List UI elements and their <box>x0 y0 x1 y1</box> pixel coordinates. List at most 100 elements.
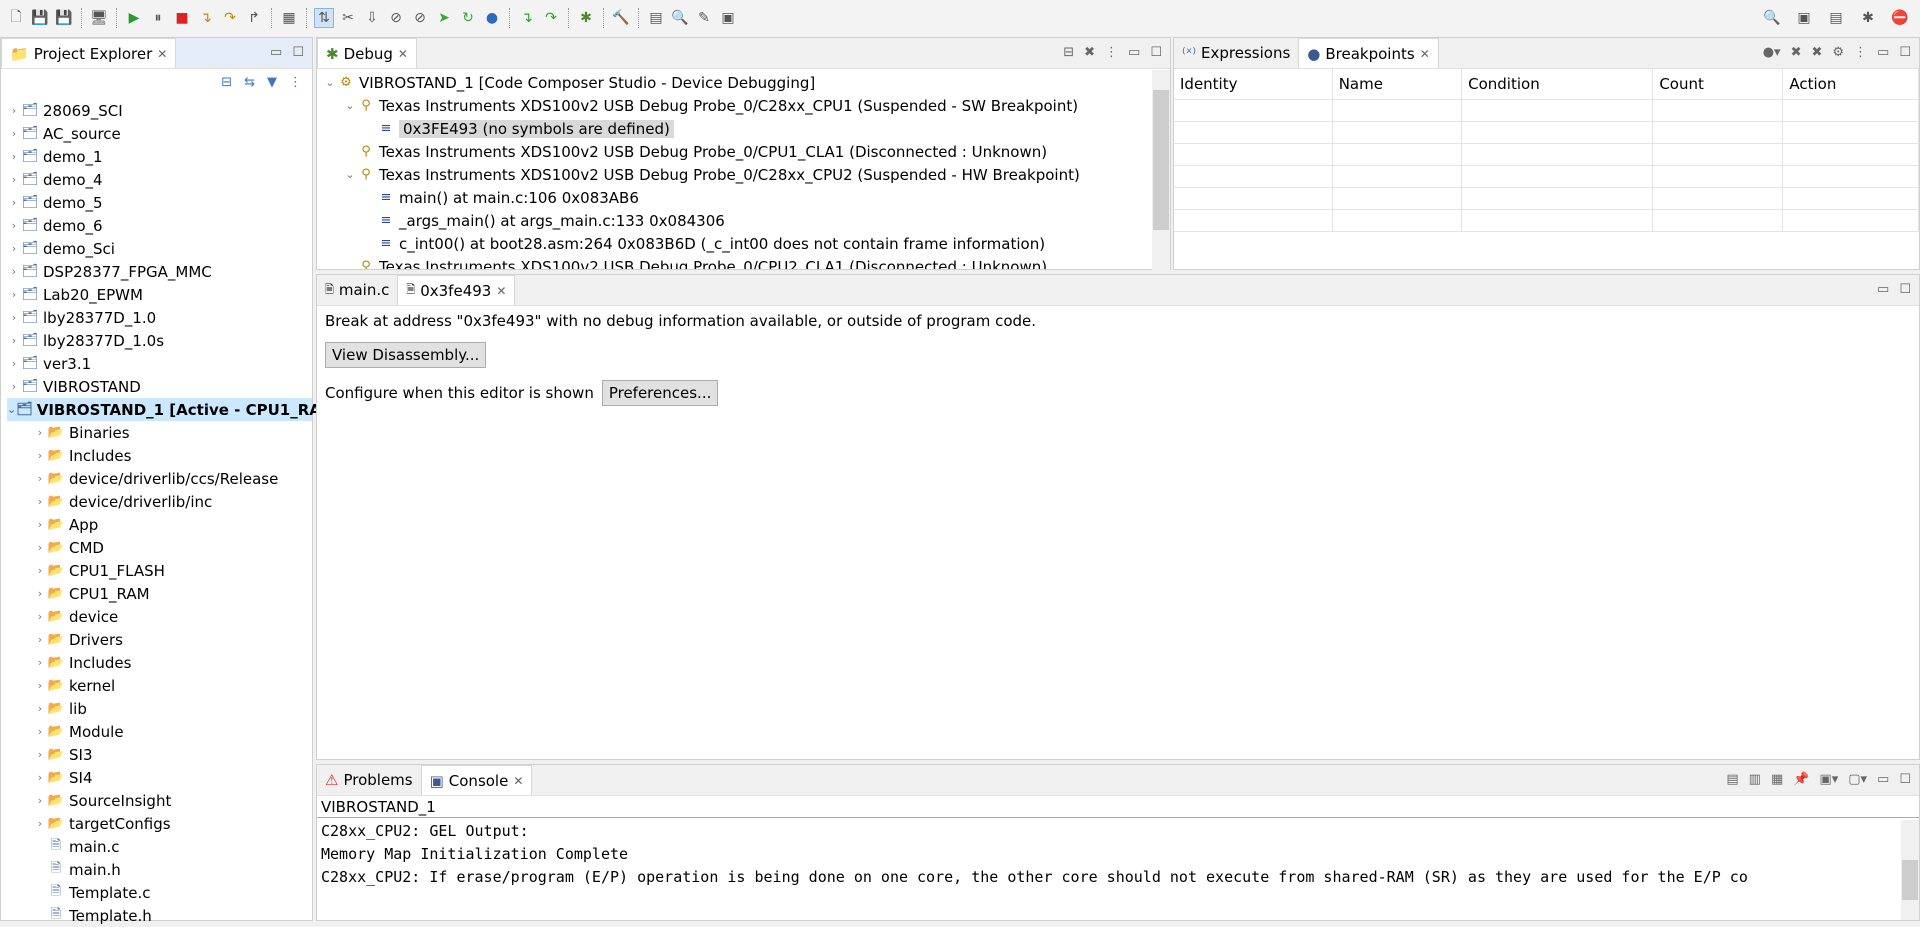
tree-item[interactable]: › 📂 lib <box>7 697 312 720</box>
tree-item[interactable]: › 📂 SI3 <box>7 743 312 766</box>
debug-perspective-icon[interactable]: ✱ <box>1858 8 1878 28</box>
close-icon[interactable]: ✕ <box>496 284 506 298</box>
open-console-icon[interactable]: ▢▾ <box>1848 772 1867 787</box>
chevron-right-icon[interactable]: › <box>7 265 21 278</box>
tree-item[interactable]: › 📂 Binaries <box>7 421 312 444</box>
view-disassembly-button[interactable]: View Disassembly... <box>325 342 487 368</box>
chevron-right-icon[interactable]: › <box>33 725 47 738</box>
open-perspective-icon[interactable]: ▣ <box>718 8 738 28</box>
chevron-right-icon[interactable]: › <box>33 679 47 692</box>
chevron-right-icon[interactable]: › <box>7 288 21 301</box>
chevron-right-icon[interactable]: › <box>33 794 47 807</box>
resume-icon[interactable]: ▶ <box>124 8 144 28</box>
chevron-right-icon[interactable]: › <box>33 656 47 669</box>
column-header[interactable]: Count <box>1652 69 1784 100</box>
tab-address[interactable]: 🗎 0x3fe493 ✕ <box>397 275 516 305</box>
new-icon[interactable]: 🗋 <box>6 8 26 28</box>
tree-item[interactable]: › 📂 device/driverlib/ccs/Release <box>7 467 312 490</box>
tree-item[interactable]: › 📂 device <box>7 605 312 628</box>
clear-console-icon[interactable]: ▤ <box>1726 772 1738 787</box>
tree-item[interactable]: › 📂 Includes <box>7 651 312 674</box>
tab-project-explorer[interactable]: 📁 Project Explorer ✕ <box>1 38 177 68</box>
tree-item[interactable]: › 🗂 lby28377D_1.0 <box>7 306 312 329</box>
tree-item[interactable]: › 📂 App <box>7 513 312 536</box>
maximize-icon[interactable]: ☐ <box>1899 772 1911 787</box>
tree-item[interactable]: › 📂 Includes <box>7 444 312 467</box>
debug-tree-item[interactable]: ≡ _args_main() at args_main.c:133 0x08430… <box>323 209 1164 232</box>
debug-tree-item[interactable]: ⚲ Texas Instruments XDS100v2 USB Debug Pr… <box>323 255 1164 270</box>
display-console-icon[interactable]: ▣▾ <box>1819 772 1838 787</box>
chevron-right-icon[interactable]: › <box>33 748 47 761</box>
chevron-right-icon[interactable]: › <box>7 357 21 370</box>
pin-console-icon[interactable]: 📌 <box>1793 772 1809 787</box>
tree-item[interactable]: › 🗂 AC_source <box>7 122 312 145</box>
view-menu-icon[interactable]: ⋮ <box>1854 45 1867 60</box>
ccs-edit-icon[interactable]: ▤ <box>1826 8 1846 28</box>
open-element-icon[interactable]: ▤ <box>646 8 666 28</box>
minimize-icon[interactable]: ▭ <box>1877 772 1889 787</box>
chevron-down-icon[interactable]: ⌄ <box>343 99 357 112</box>
tree-item[interactable]: ⌄ 🗂 VIBROSTAND_1 [Active - CPU1_RA <box>7 398 321 421</box>
tab-problems[interactable]: ⚠ Problems <box>317 765 421 795</box>
reset-icon[interactable]: ● <box>482 8 502 28</box>
restart-icon[interactable]: ↻ <box>458 8 478 28</box>
maximize-icon[interactable]: ☐ <box>1899 282 1911 297</box>
tab-breakpoints[interactable]: ● Breakpoints ✕ <box>1298 38 1439 68</box>
tree-item[interactable]: › 📂 CPU1_RAM <box>7 582 312 605</box>
minimize-icon[interactable]: ▭ <box>270 45 282 60</box>
tree-item[interactable]: › 📂 device/driverlib/inc <box>7 490 312 513</box>
view-menu-icon[interactable]: ⋮ <box>289 75 302 93</box>
scroll-lock-icon[interactable]: ▥ <box>1749 772 1761 787</box>
console-output[interactable]: C28xx_CPU2: GEL Output: Memory Map Initia… <box>317 818 1919 891</box>
chevron-right-icon[interactable]: › <box>7 196 21 209</box>
chevron-right-icon[interactable]: › <box>33 495 47 508</box>
tree-item[interactable]: › 🗂 DSP28377_FPGA_MMC <box>7 260 312 283</box>
remove-icon[interactable]: ✖ <box>1791 45 1802 60</box>
chevron-right-icon[interactable]: › <box>7 150 21 163</box>
tree-item[interactable]: › 📂 CPU1_FLASH <box>7 559 312 582</box>
connect-target-icon[interactable]: ⇅ <box>314 8 334 28</box>
open-perspective-icon[interactable]: ▣ <box>1794 8 1814 28</box>
tab-debug[interactable]: ✱ Debug ✕ <box>317 38 417 68</box>
chevron-right-icon[interactable]: › <box>33 541 47 554</box>
chevron-right-icon[interactable]: › <box>33 518 47 531</box>
assembly-step-into-icon[interactable]: ↴ <box>517 8 537 28</box>
step-into-icon[interactable]: ↴ <box>196 8 216 28</box>
chevron-right-icon[interactable]: › <box>33 702 47 715</box>
chevron-right-icon[interactable]: › <box>33 610 47 623</box>
tree-item[interactable]: › 🗂 demo_4 <box>7 168 312 191</box>
maximize-icon[interactable]: ☐ <box>1899 45 1911 60</box>
view-menu-icon[interactable]: ⋮ <box>1105 45 1118 60</box>
minimize-icon[interactable]: ▭ <box>1877 45 1889 60</box>
load-program-icon[interactable]: ⇩ <box>362 8 382 28</box>
minimize-icon[interactable]: ▭ <box>1877 282 1889 297</box>
tree-item[interactable]: › 🗂 lby28377D_1.0s <box>7 329 312 352</box>
debug-tree-item[interactable]: ⌄ ⚙ VIBROSTAND_1 [Code Composer Studio - D… <box>323 71 1164 94</box>
tab-console[interactable]: ▣ Console ✕ <box>420 765 533 795</box>
chevron-right-icon[interactable]: › <box>7 104 21 117</box>
assembly-step-over-icon[interactable]: ↷ <box>541 8 561 28</box>
memory-grid-icon[interactable]: ▦ <box>279 8 299 28</box>
chevron-down-icon[interactable]: ⌄ <box>323 76 337 89</box>
tree-item[interactable]: › 📂 kernel <box>7 674 312 697</box>
close-icon[interactable]: ✕ <box>157 47 167 61</box>
close-icon[interactable]: ✕ <box>1420 47 1430 61</box>
chevron-right-icon[interactable]: › <box>7 127 21 140</box>
debug-tree-item[interactable]: ≡ main() at main.c:106 0x083AB6 <box>323 186 1164 209</box>
chevron-right-icon[interactable]: › <box>7 380 21 393</box>
close-icon[interactable]: ✕ <box>513 774 523 788</box>
tree-item[interactable]: › 📂 Module <box>7 720 312 743</box>
chevron-down-icon[interactable]: ⌄ <box>343 168 357 181</box>
chevron-right-icon[interactable]: › <box>7 219 21 232</box>
tree-item[interactable]: › 🗂 Lab20_EPWM <box>7 283 312 306</box>
chevron-right-icon[interactable]: › <box>33 472 47 485</box>
build-icon[interactable]: 🔨 <box>611 8 631 28</box>
step-over-icon[interactable]: ↷ <box>220 8 240 28</box>
save-all-icon[interactable]: 💾 <box>54 8 74 28</box>
terminal-icon[interactable]: 🖥 <box>89 8 109 28</box>
filter-icon[interactable]: ▼ <box>267 75 277 93</box>
search-icon[interactable]: 🔍 <box>670 8 690 28</box>
save-icon[interactable]: 💾 <box>30 8 50 28</box>
word-wrap-icon[interactable]: ▦ <box>1771 772 1783 787</box>
chevron-right-icon[interactable]: › <box>33 564 47 577</box>
